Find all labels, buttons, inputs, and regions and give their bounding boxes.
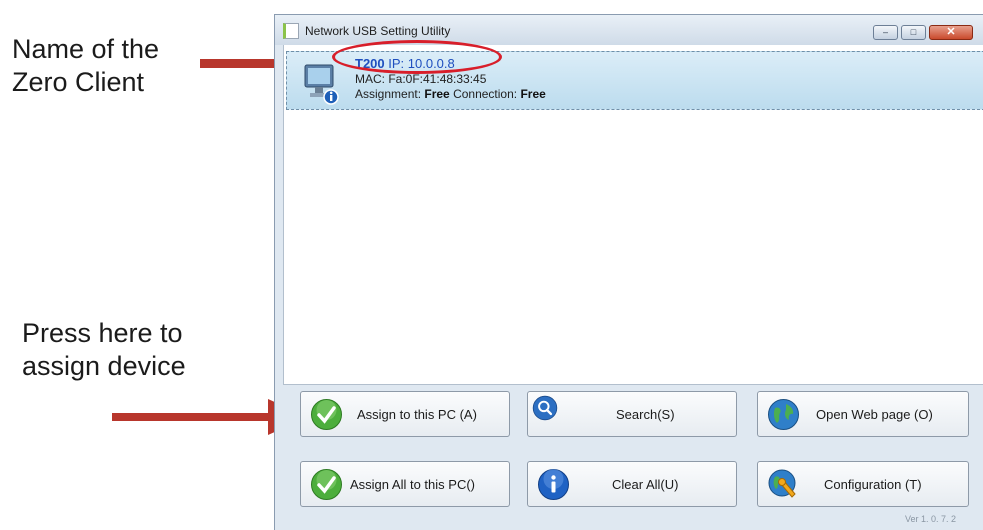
assign-all-button[interactable]: Assign All to this PC(): [300, 461, 510, 507]
assignment-label: Assignment:: [355, 87, 425, 101]
assign-to-pc-button[interactable]: Assign to this PC (A): [300, 391, 510, 437]
checkmark-icon: [311, 399, 342, 430]
info-icon: [538, 469, 569, 500]
monitor-info-icon: [304, 64, 339, 105]
device-mac: MAC: Fa:0F:41:48:33:45: [355, 72, 487, 86]
open-web-page-button[interactable]: Open Web page (O): [757, 391, 969, 437]
minimize-button[interactable]: –: [873, 25, 898, 40]
wrench-globe-icon: [768, 469, 796, 498]
connection-value: Free: [520, 87, 546, 101]
network-usb-setting-window: Network USB Setting Utility – □ ✕ T200 I…: [274, 14, 983, 530]
close-button[interactable]: ✕: [929, 25, 973, 40]
annotation-line: Zero Client: [12, 67, 145, 97]
maximize-button[interactable]: □: [901, 25, 926, 40]
clear-all-button[interactable]: Clear All(U): [527, 461, 737, 507]
annotation-line: assign device: [22, 351, 186, 381]
configuration-button[interactable]: Configuration (T): [757, 461, 969, 507]
assign-to-pc-label: Assign to this PC (A): [357, 407, 477, 422]
maximize-icon: □: [910, 27, 917, 37]
assign-all-label: Assign All to this PC(): [350, 477, 475, 492]
magnifier-icon: [532, 395, 558, 421]
clear-all-label: Clear All(U): [612, 477, 679, 492]
window-title: Network USB Setting Utility: [305, 24, 451, 38]
version-text: Ver 1. 0. 7. 2: [905, 514, 957, 524]
minimize-icon: –: [882, 27, 888, 37]
search-label: Search(S): [616, 407, 675, 422]
connection-label: Connection:: [449, 87, 521, 101]
search-button[interactable]: Search(S): [527, 391, 737, 437]
annotation-line: Name of the: [12, 34, 160, 64]
globe-icon: [768, 399, 799, 430]
annotation-name-of-zero-client: Name of the Zero Client: [12, 33, 159, 99]
annotation-line: Press here to: [22, 318, 183, 348]
annotation-press-to-assign: Press here to assign device: [22, 317, 186, 383]
configuration-label: Configuration (T): [824, 477, 922, 492]
device-assignment-line: Assignment: Free Connection: Free: [355, 87, 546, 101]
checkmark-icon: [311, 469, 342, 500]
close-icon: ✕: [946, 26, 956, 38]
open-web-page-label: Open Web page (O): [816, 407, 933, 422]
app-icon: [283, 23, 299, 39]
device-name-highlight: [332, 40, 502, 74]
device-list[interactable]: T200 IP: 10.0.0.8 MAC: Fa:0F:41:48:33:45…: [283, 45, 983, 385]
assignment-value: Free: [424, 87, 450, 101]
